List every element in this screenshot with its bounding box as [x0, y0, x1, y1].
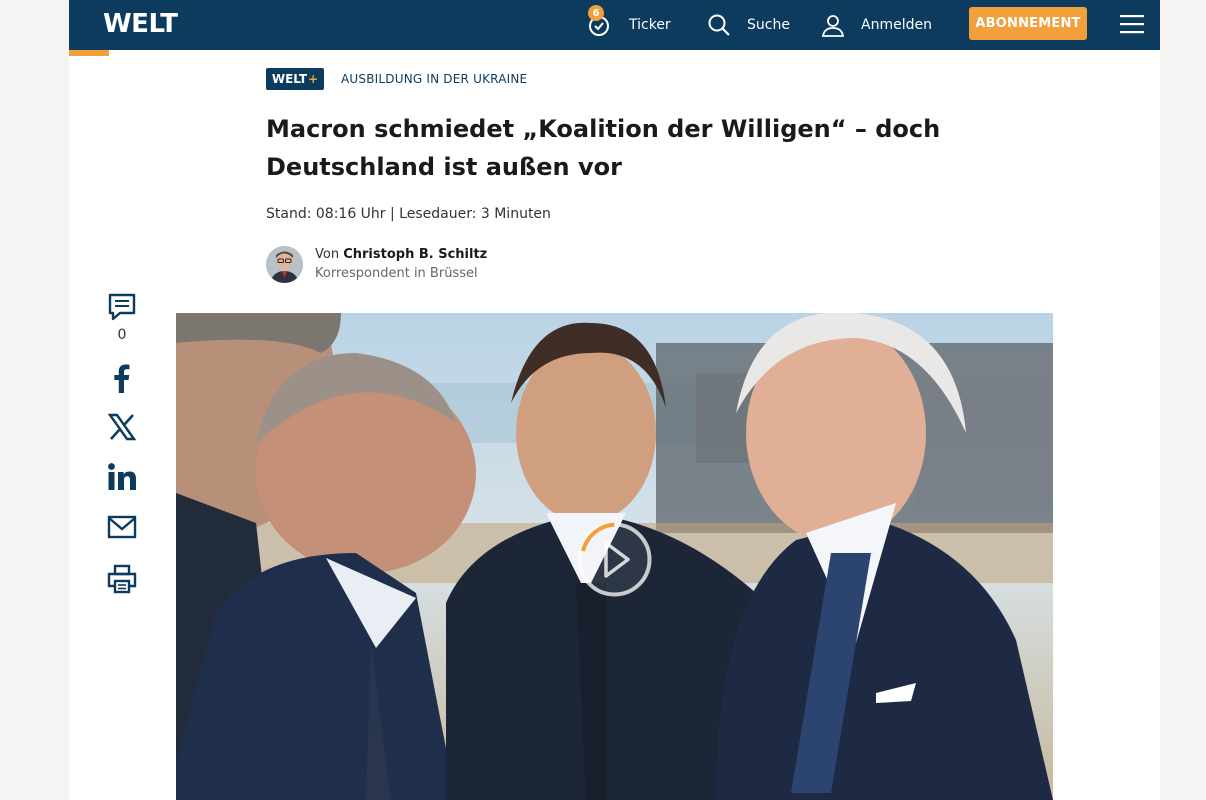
ticker-button[interactable]: 6 Ticker — [587, 0, 671, 50]
share-linkedin-button[interactable] — [105, 462, 139, 492]
top-navigation-bar: WELT 6 Ticker Suche Anmelden ABONNEMENT — [69, 0, 1160, 50]
author-avatar[interactable] — [266, 246, 303, 283]
logo-accent-bar — [69, 50, 109, 56]
author-prefix: Von — [315, 247, 344, 262]
author-role: Korrespondent in Brüssel — [315, 266, 478, 281]
print-button[interactable] — [105, 564, 139, 594]
author-name-link[interactable]: Christoph B. Schiltz — [343, 247, 487, 262]
comment-count: 0 — [117, 327, 127, 343]
subscribe-button[interactable]: ABONNEMENT — [969, 7, 1087, 40]
linkedin-icon — [108, 463, 136, 490]
author-portrait-icon — [266, 246, 303, 283]
facebook-icon — [114, 364, 130, 393]
video-play-button[interactable] — [576, 521, 653, 598]
welt-plus-text: WELT — [271, 72, 308, 86]
hamburger-menu-icon — [1120, 15, 1144, 34]
share-x-button[interactable] — [105, 413, 139, 441]
share-mail-button[interactable] — [105, 514, 139, 540]
comment-icon — [108, 293, 136, 321]
mail-icon — [107, 515, 137, 539]
article-meta: Stand: 08:16 Uhr | Lesedauer: 3 Minuten — [266, 206, 551, 222]
article-kicker[interactable]: AUSBILDUNG IN DER UKRAINE — [341, 72, 527, 86]
search-icon — [708, 14, 730, 36]
welt-logo[interactable]: WELT — [103, 9, 178, 39]
user-icon — [821, 15, 845, 37]
search-button[interactable]: Suche — [707, 0, 790, 50]
login-label: Anmelden — [861, 17, 932, 33]
print-icon — [107, 564, 137, 594]
ticker-count-badge: 6 — [588, 5, 604, 21]
share-facebook-button[interactable] — [105, 361, 139, 393]
welt-plus-sign: + — [308, 72, 319, 86]
author-byline: Von Christoph B. Schiltz — [315, 247, 487, 262]
login-button[interactable]: Anmelden — [821, 0, 932, 50]
play-icon — [577, 522, 652, 597]
comments-button[interactable] — [105, 292, 139, 322]
article-headline: Macron schmiedet „Koalition der Willigen… — [266, 115, 941, 181]
ticker-label: Ticker — [629, 17, 671, 33]
x-icon — [108, 413, 136, 441]
search-label: Suche — [747, 17, 790, 33]
welt-plus-badge: WELT + — [266, 68, 324, 90]
menu-button[interactable] — [1120, 13, 1144, 39]
